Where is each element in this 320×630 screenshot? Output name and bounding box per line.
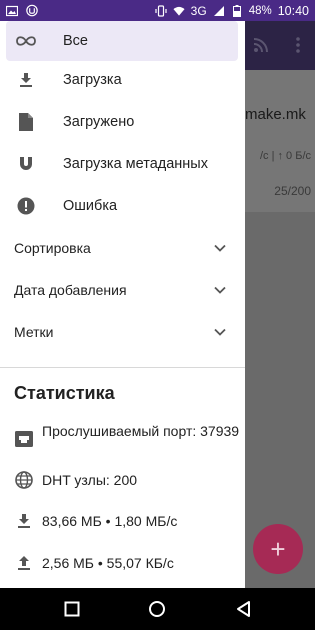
download-icon: [14, 511, 34, 531]
chevron-down-icon: [212, 282, 228, 298]
image-notification-icon: [6, 5, 18, 17]
filter-error[interactable]: Ошибка: [0, 186, 245, 226]
more-options-icon[interactable]: [290, 36, 306, 54]
filter-all[interactable]: Все: [6, 21, 238, 61]
rss-icon[interactable]: [253, 37, 269, 53]
network-type: 3G: [190, 3, 207, 18]
sort-section[interactable]: Сортировка: [0, 228, 245, 268]
divider: [0, 367, 245, 368]
listen-port-text: Прослушиваемый порт: 37939: [42, 423, 240, 439]
battery-icon: [231, 4, 243, 17]
filter-downloaded[interactable]: Загружено: [0, 102, 245, 142]
error-icon: [14, 194, 38, 218]
tags-label: Метки: [14, 324, 54, 340]
home-icon[interactable]: [147, 599, 167, 619]
app-toolbar: [245, 21, 315, 70]
signal-icon: [213, 5, 225, 17]
battery-level: 48%: [248, 4, 272, 17]
torrent-notification-icon: [26, 4, 38, 17]
wifi-icon: [173, 5, 185, 17]
globe-icon: [14, 470, 34, 490]
status-bar: 3G 48% 10:40: [0, 0, 315, 21]
download-icon: [14, 68, 38, 92]
tags-section[interactable]: Метки: [0, 312, 245, 352]
filter-downloaded-label: Загружено: [63, 114, 135, 130]
filter-error-label: Ошибка: [63, 198, 118, 214]
filter-downloading[interactable]: Загрузка: [0, 60, 245, 100]
sort-label: Сортировка: [14, 240, 91, 256]
vibrate-icon: [155, 4, 167, 17]
torrent-speeds: /с | ↑ 0 Б/с: [259, 150, 311, 162]
torrent-peers: 25/200: [274, 184, 311, 198]
statistics-title: Статистика: [14, 383, 115, 403]
filter-downloading-label: Загрузка: [63, 72, 122, 88]
magnet-icon: [14, 152, 38, 176]
ethernet-icon: [14, 429, 34, 449]
navigation-drawer: Все Загрузка Загружено Загрузка метаданн…: [0, 21, 245, 588]
main-screen-scrim[interactable]: make.mk /с | ↑ 0 Б/с 25/200 +: [245, 21, 315, 588]
filter-metadata-label: Загрузка метаданных: [63, 156, 208, 172]
filter-all-label: Все: [63, 33, 88, 49]
date-added-section[interactable]: Дата добавления: [0, 270, 245, 310]
file-icon: [14, 110, 38, 134]
infinity-icon: [14, 29, 38, 53]
date-added-label: Дата добавления: [14, 282, 127, 298]
chevron-down-icon: [212, 240, 228, 256]
torrent-title: make.mk: [245, 106, 306, 123]
chevron-down-icon: [212, 324, 228, 340]
add-torrent-button[interactable]: +: [253, 524, 303, 574]
recents-icon[interactable]: [62, 599, 82, 619]
clock: 10:40: [277, 3, 309, 18]
dht-nodes-text: DHT узлы: 200: [42, 472, 138, 488]
system-navigation-bar: [0, 588, 315, 630]
back-icon[interactable]: [234, 599, 254, 619]
download-stats-text: 83,66 МБ • 1,80 МБ/с: [42, 513, 178, 529]
upload-stats-text: 2,56 МБ • 55,07 КБ/с: [42, 555, 174, 571]
filter-downloading-metadata[interactable]: Загрузка метаданных: [0, 144, 245, 184]
upload-icon: [14, 553, 34, 573]
torrent-list-item[interactable]: make.mk /с | ↑ 0 Б/с 25/200: [245, 70, 315, 212]
